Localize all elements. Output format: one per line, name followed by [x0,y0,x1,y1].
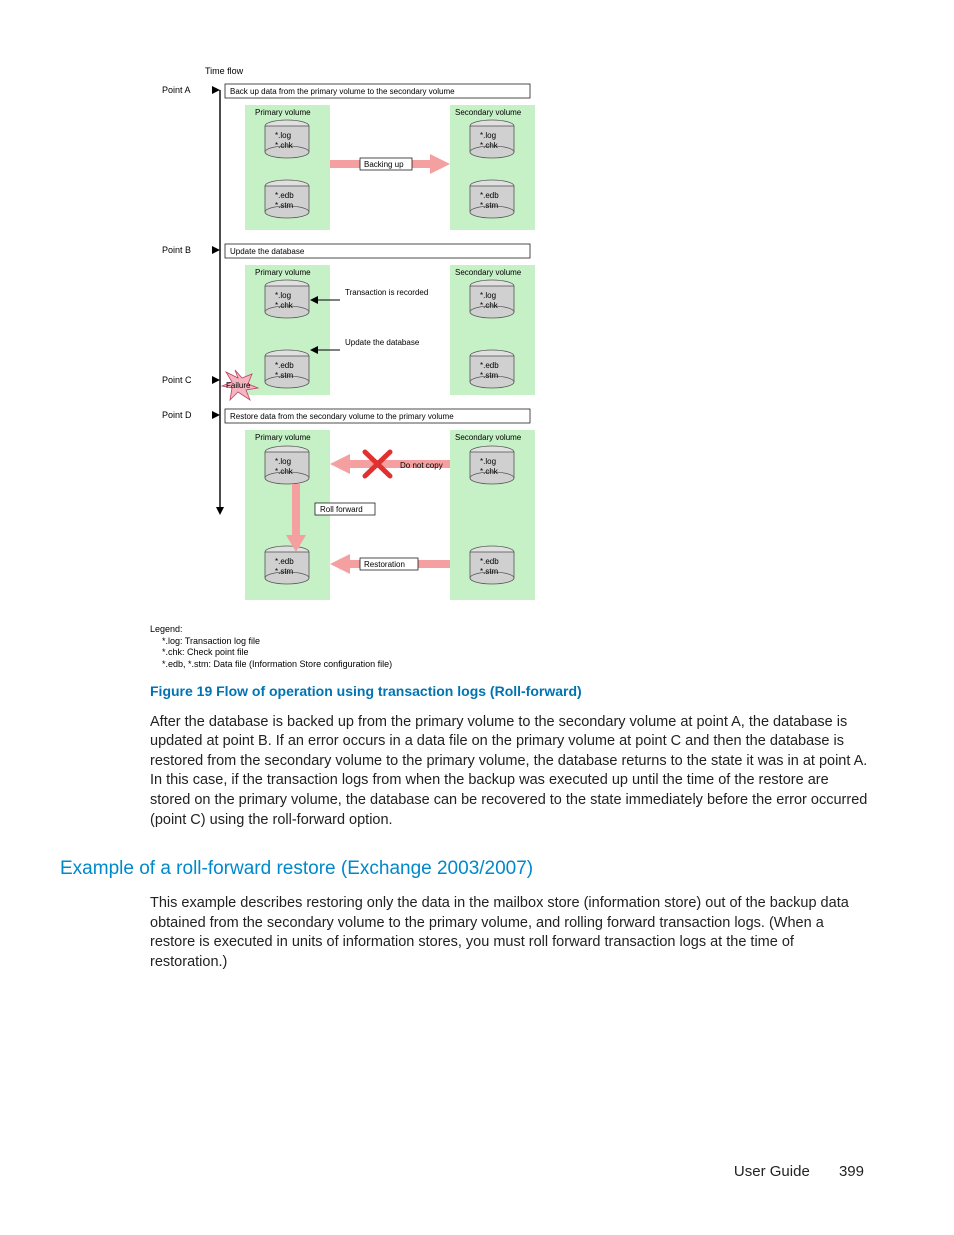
svg-text:*.log: *.log [480,457,496,466]
cylinder-icon: *.edb *.stm [470,546,514,584]
backing-label: Backing up [364,160,404,169]
secondary-label-d: Secondary volume [455,433,522,442]
flow-diagram: Time flow Point A Point B Point C Point … [150,60,570,620]
cylinder-icon: *.edb *.stm [470,180,514,218]
svg-text:*.stm: *.stm [480,201,499,210]
svg-text:*.chk: *.chk [275,467,294,476]
primary-label-d: Primary volume [255,433,311,442]
svg-text:*.edb: *.edb [275,361,294,370]
cylinder-icon: *.log *.chk [265,120,309,158]
rollfwd-label: Roll forward [320,505,363,514]
step-b-text: Update the database [230,247,305,256]
svg-text:*.chk: *.chk [275,301,294,310]
legend-line: *.chk: Check point file [162,647,869,659]
cylinder-icon: *.log *.chk [470,120,514,158]
svg-text:*.stm: *.stm [275,371,294,380]
svg-text:*.chk: *.chk [480,141,499,150]
primary-label-a: Primary volume [255,108,311,117]
legend-line: *.log: Transaction log file [162,636,869,648]
point-a: Point A [162,85,191,95]
cylinder-icon: *.log *.chk [470,280,514,318]
svg-text:*.log: *.log [480,291,496,300]
svg-text:*.log: *.log [275,457,291,466]
secondary-label-a: Secondary volume [455,108,522,117]
svg-text:*.stm: *.stm [480,371,499,380]
step-d-text: Restore data from the secondary volume t… [230,412,454,421]
cylinder-icon: *.edb *.stm [265,180,309,218]
legend-line: *.edb, *.stm: Data file (Information Sto… [162,659,869,671]
primary-label-b: Primary volume [255,268,311,277]
point-d: Point D [162,410,192,420]
svg-text:*.edb: *.edb [480,361,499,370]
footer-page: 399 [839,1163,864,1180]
cylinder-icon: *.edb *.stm [265,546,309,584]
svg-text:*.log: *.log [275,291,291,300]
svg-text:*.stm: *.stm [480,567,499,576]
secondary-label-b: Secondary volume [455,268,522,277]
cylinder-icon: *.edb *.stm [470,350,514,388]
update-db: Update the database [345,338,420,347]
timeflow-label: Time flow [205,66,244,76]
svg-text:*.edb: *.edb [275,557,294,566]
trans-recorded: Transaction is recorded [345,288,428,297]
svg-text:*.chk: *.chk [480,467,499,476]
restoration-label: Restoration [364,560,405,569]
cylinder-icon: *.log *.chk [470,446,514,484]
cylinder-icon: *.log *.chk [265,280,309,318]
cylinder-icon: *.edb *.stm [265,350,309,388]
step-a-text: Back up data from the primary volume to … [230,87,455,96]
failure-label: Failure [226,381,251,390]
svg-text:*.log: *.log [480,131,496,140]
paragraph-2: This example describes restoring only th… [150,894,869,972]
svg-text:*.stm: *.stm [275,567,294,576]
footer-doc: User Guide [734,1163,810,1180]
svg-text:*.stm: *.stm [275,201,294,210]
figure-caption: Figure 19 Flow of operation using transa… [150,683,869,699]
section-heading: Example of a roll-forward restore (Excha… [60,858,869,880]
svg-text:*.chk: *.chk [480,301,499,310]
legend-title: Legend: [150,624,869,636]
svg-text:*.log: *.log [275,131,291,140]
svg-text:*.edb: *.edb [275,191,294,200]
paragraph-1: After the database is backed up from the… [150,713,869,830]
svg-text:*.edb: *.edb [480,557,499,566]
page-footer: User Guide 399 [734,1163,864,1180]
point-c: Point C [162,375,192,385]
notcopy-label: Do not copy [400,461,443,470]
cylinder-icon: *.log *.chk [265,446,309,484]
point-b: Point B [162,245,191,255]
svg-text:*.edb: *.edb [480,191,499,200]
legend: Legend: *.log: Transaction log file *.ch… [150,624,869,671]
svg-text:*.chk: *.chk [275,141,294,150]
